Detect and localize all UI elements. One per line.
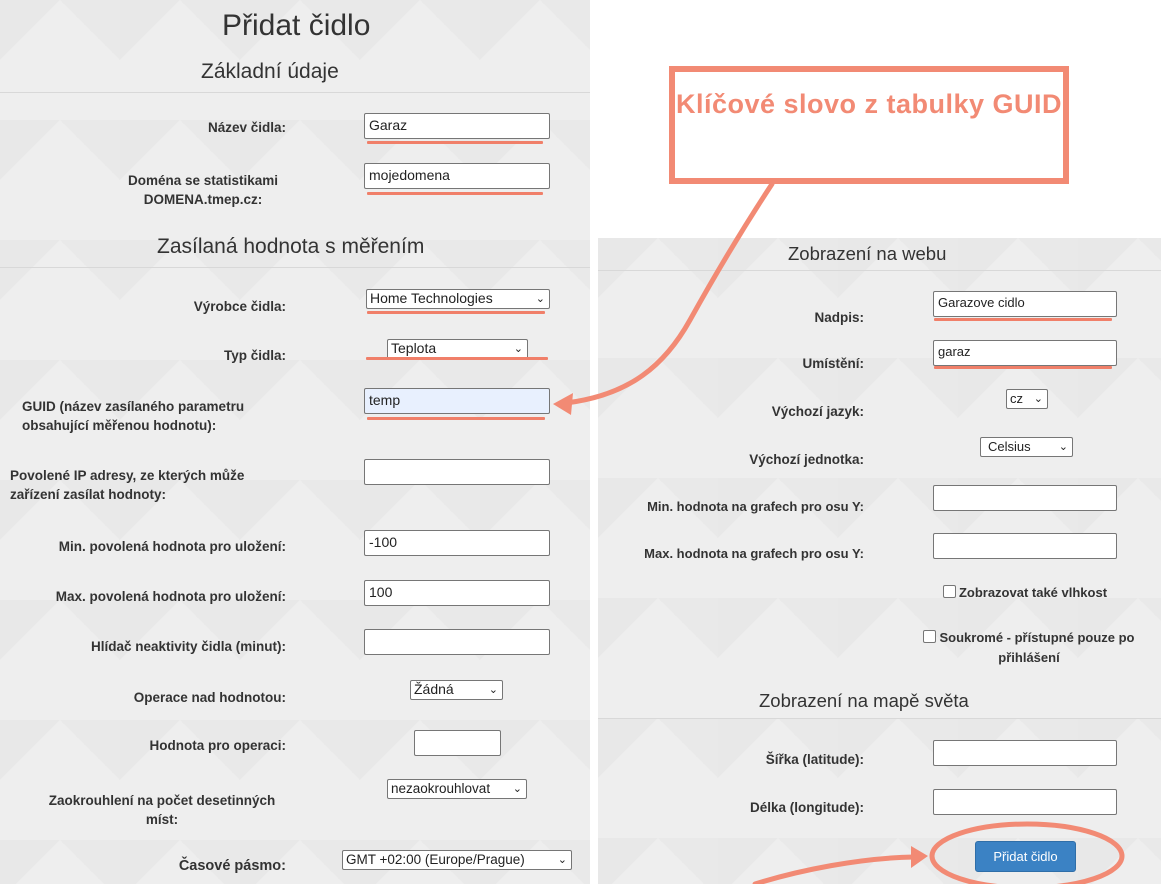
- unit-select[interactable]: Celsius ⌄: [980, 437, 1073, 457]
- section-divider: [598, 270, 1161, 271]
- annotation-underline: [367, 192, 543, 195]
- allowed-ips-input[interactable]: [364, 459, 550, 485]
- longitude-input[interactable]: [933, 789, 1117, 815]
- min-allowed-input[interactable]: -100: [364, 530, 550, 556]
- section-divider: [0, 92, 590, 93]
- label-unit: Výchozí jednotka:: [749, 452, 864, 467]
- label-latitude: Šířka (latitude):: [765, 752, 864, 767]
- label-location: Umístění:: [802, 356, 864, 371]
- private-label: Soukromé - přístupné pouze po přihlášení: [939, 630, 1135, 665]
- show-humidity-row[interactable]: Zobrazovat také vlhkost: [900, 583, 1150, 603]
- label-min-allowed: Min. povolená hodnota pro uložení:: [58, 539, 286, 554]
- chevron-down-icon: ⌄: [557, 854, 567, 866]
- annotation-underline: [367, 141, 543, 144]
- manufacturer-select[interactable]: Home Technologies ⌄: [366, 289, 550, 309]
- chevron-down-icon: ⌄: [513, 343, 523, 355]
- section-title-value: Zasílaná hodnota s měřením: [157, 235, 425, 258]
- language-select-value: cz: [1010, 391, 1023, 406]
- private-row[interactable]: Soukromé - přístupné pouze po přihlášení: [900, 628, 1158, 668]
- section-divider: [598, 718, 1161, 719]
- label-language: Výchozí jazyk:: [771, 404, 864, 419]
- private-checkbox[interactable]: [923, 630, 937, 643]
- label-heading: Nadpis:: [814, 310, 864, 325]
- rounding-select-value: nezaokrouhlovat: [391, 781, 491, 796]
- annotation-underline: [367, 417, 545, 420]
- label-timezone: Časové pásmo:: [178, 858, 286, 874]
- location-input[interactable]: garaz: [933, 340, 1117, 366]
- label-inactivity: Hlídač neaktivity čidla (minut):: [90, 639, 286, 654]
- sensor-type-select[interactable]: Teplota ⌄: [387, 339, 528, 359]
- label-domain: Doména se statistikami DOMENA.tmep.cz:: [127, 173, 279, 207]
- section-title-basic: Základní údaje: [201, 60, 339, 83]
- max-allowed-input[interactable]: 100: [364, 580, 550, 606]
- label-operation: Operace nad hodnotou:: [133, 690, 286, 705]
- section-title-map: Zobrazení na mapě světa: [759, 690, 969, 711]
- page-title: Přidat čidlo: [222, 9, 371, 42]
- manufacturer-select-value: Home Technologies: [370, 290, 493, 306]
- chevron-down-icon: ⌄: [488, 684, 498, 696]
- sensor-name-input[interactable]: Garaz: [364, 113, 550, 139]
- chevron-down-icon: ⌄: [535, 293, 545, 305]
- max-y-input[interactable]: [933, 533, 1117, 559]
- label-longitude: Délka (longitude):: [750, 800, 864, 815]
- operation-select-value: Žádná: [414, 681, 454, 697]
- add-sensor-button[interactable]: Přidat čidlo: [975, 841, 1076, 872]
- timezone-select[interactable]: GMT +02:00 (Europe/Prague) ⌄: [342, 850, 572, 870]
- annotation-underline: [367, 311, 545, 314]
- label-operation-value: Hodnota pro operaci:: [149, 738, 286, 753]
- chevron-down-icon: ⌄: [1033, 393, 1043, 405]
- timezone-select-value: GMT +02:00 (Europe/Prague): [346, 852, 525, 867]
- annotation-underline: [934, 318, 1112, 321]
- operation-select[interactable]: Žádná ⌄: [410, 680, 503, 700]
- operation-value-input[interactable]: [414, 730, 501, 756]
- label-min-y: Min. hodnota na grafech pro osu Y:: [647, 499, 864, 514]
- label-manufacturer: Výrobce čidla:: [193, 299, 286, 314]
- rounding-select[interactable]: nezaokrouhlovat ⌄: [387, 779, 527, 799]
- annotation-underline: [366, 357, 548, 360]
- unit-select-value: Celsius: [988, 439, 1031, 454]
- label-rounding: Zaokrouhlení na počet desetinných míst:: [48, 793, 276, 827]
- sensor-type-select-value: Teplota: [391, 340, 437, 356]
- chevron-down-icon: ⌄: [512, 783, 522, 795]
- label-max-y: Max. hodnota na grafech pro osu Y:: [644, 546, 864, 561]
- heading-input[interactable]: Garazove cidlo: [933, 291, 1117, 317]
- inactivity-input[interactable]: [364, 629, 550, 655]
- section-divider: [0, 267, 590, 268]
- guid-callout-box: Klíčové slovo z tabulky GUID: [669, 66, 1069, 184]
- min-y-input[interactable]: [933, 485, 1117, 511]
- language-select[interactable]: cz ⌄: [1006, 389, 1048, 409]
- guid-input[interactable]: temp: [364, 388, 550, 414]
- show-humidity-checkbox[interactable]: [942, 585, 956, 598]
- show-humidity-label: Zobrazovat také vlhkost: [958, 585, 1108, 600]
- chevron-down-icon: ⌄: [1058, 441, 1068, 453]
- label-sensor-name: Název čidla:: [207, 120, 286, 135]
- annotation-underline: [934, 366, 1112, 369]
- label-sensor-type: Typ čidla:: [223, 348, 286, 363]
- label-allowed-ips: Povolené IP adresy, ze kterých může zaří…: [10, 468, 245, 502]
- section-title-web: Zobrazení na webu: [788, 243, 947, 264]
- latitude-input[interactable]: [933, 740, 1117, 766]
- domain-input[interactable]: mojedomena: [364, 163, 550, 189]
- label-max-allowed: Max. povolená hodnota pro uložení:: [55, 589, 286, 604]
- label-guid: GUID (název zasílaného parametru obsahuj…: [22, 399, 245, 433]
